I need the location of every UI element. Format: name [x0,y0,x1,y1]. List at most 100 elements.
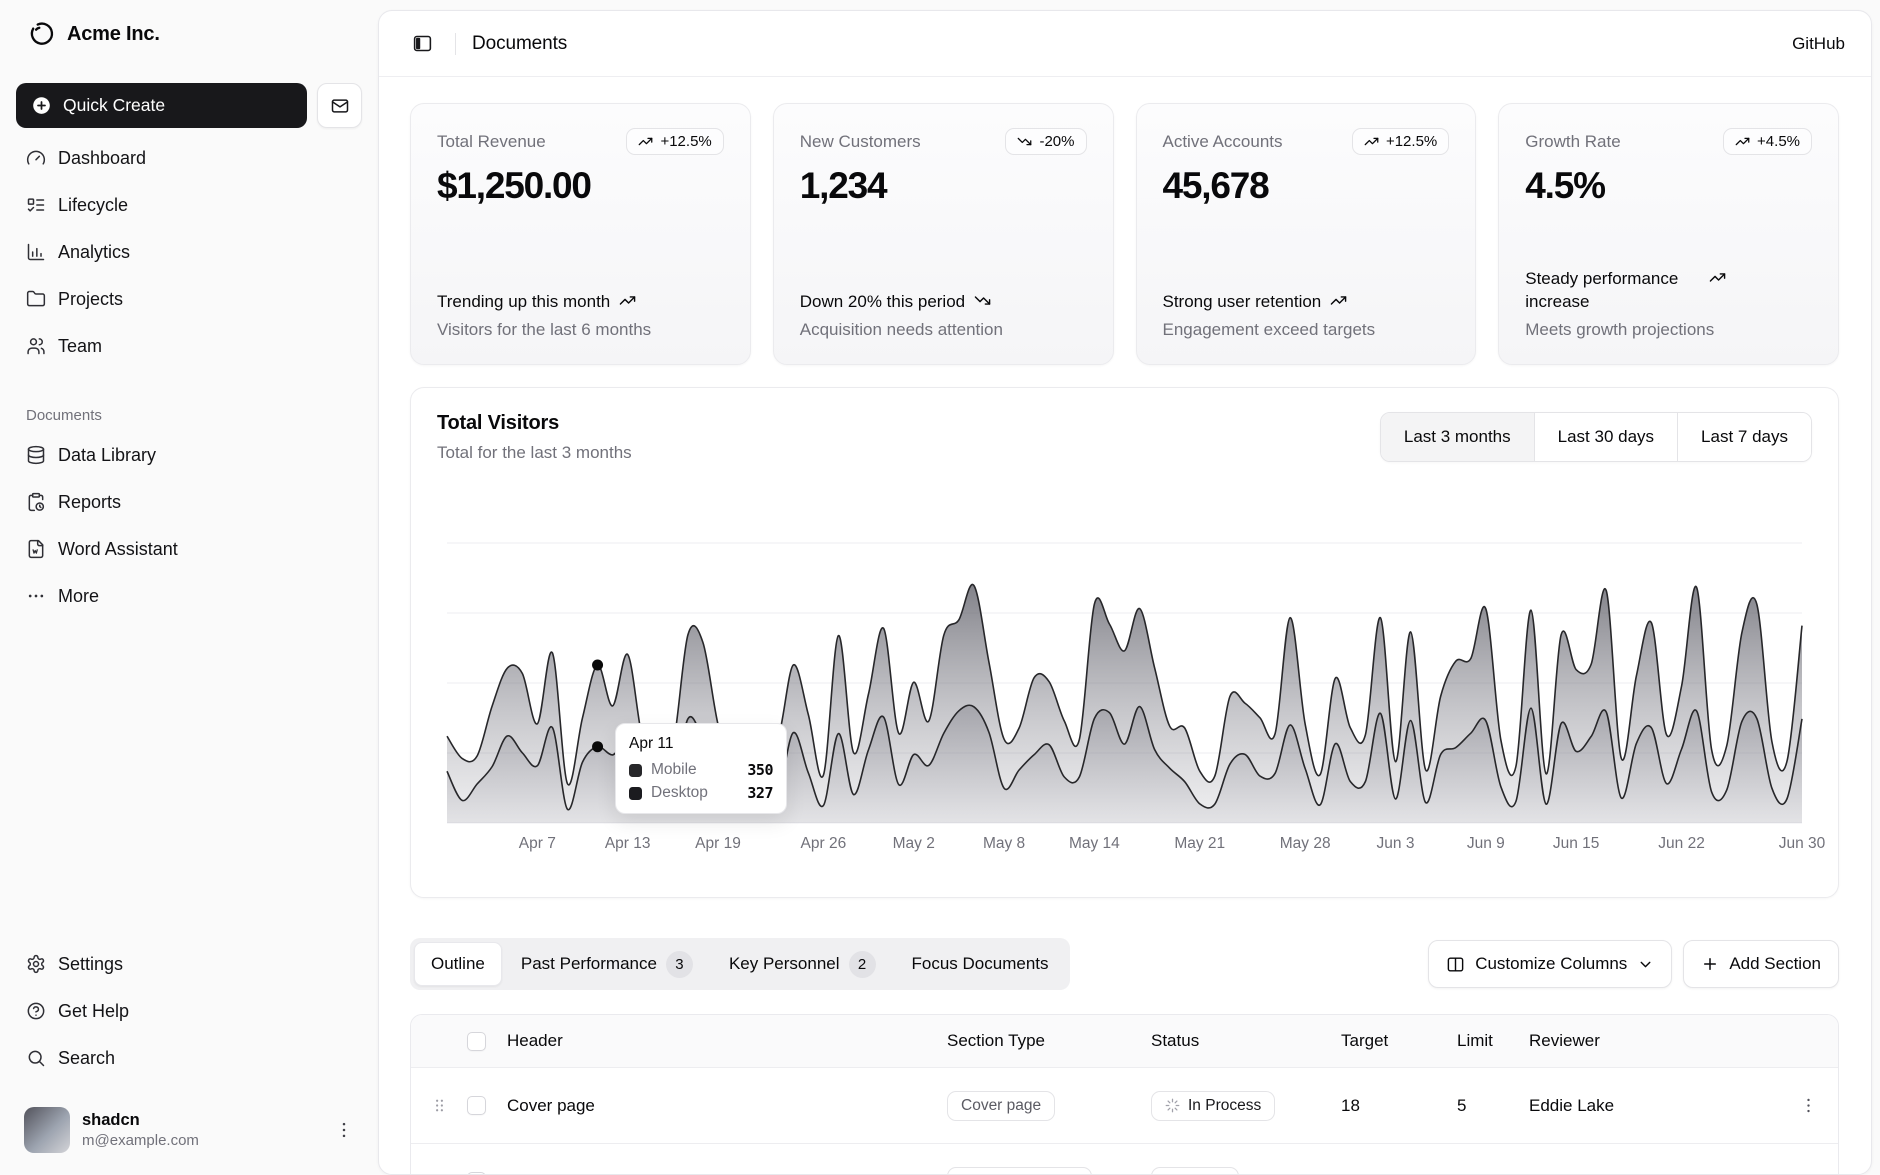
trending-up-icon [638,134,653,149]
status-badge: Done [1151,1167,1239,1175]
org-switcher[interactable]: Acme Inc. [16,12,362,56]
tab-label: Outline [431,954,485,974]
x-tick-label: Jun 9 [1467,835,1505,853]
page-title: Documents [472,33,567,55]
x-tick-label: Jun 3 [1377,835,1415,853]
chart-plot-area[interactable]: Apr 7Apr 13Apr 19Apr 26May 2May 8May 14M… [437,491,1812,871]
gear-icon [26,954,46,974]
column-header: Section Type [947,1031,1151,1051]
trending-down-icon [1017,134,1032,149]
sidebar-item-label: Get Help [58,1001,129,1022]
tab-label: Focus Documents [912,954,1049,974]
inbox-button[interactable] [317,83,362,128]
trend-badge-value: -20% [1039,133,1074,150]
tab-past-performance[interactable]: Past Performance3 [504,942,710,986]
sidebar-item-team[interactable]: Team [16,325,362,367]
sidebar-item-word-assistant[interactable]: Word Assistant [16,528,362,570]
desktop-swatch-icon [629,787,642,800]
quick-create-label: Quick Create [63,95,165,116]
row-checkbox[interactable] [467,1096,486,1115]
nav-documents: Data Library Reports Word Assistant More [16,434,362,617]
sidebar-item-label: Word Assistant [58,539,178,560]
sidebar-item-data-library[interactable]: Data Library [16,434,362,476]
x-tick-label: Jun 15 [1553,835,1600,853]
select-all-checkbox[interactable] [467,1032,486,1051]
stat-card-active-accounts: Active Accounts +12.5% 45,678 Strong use… [1136,103,1477,365]
sections-table: Header Section Type Status Target Limit … [410,1014,1839,1175]
mobile-swatch-icon [629,764,642,777]
main-area: Documents GitHub Total Revenue +12.5% [378,0,1880,1175]
app-root: Acme Inc. Quick Create Dashboard [0,0,1880,1175]
stat-value: 4.5% [1525,165,1812,207]
trending-up-icon [1330,292,1347,309]
tooltip-date: Apr 11 [629,735,773,753]
trending-up-icon [1735,134,1750,149]
sidebar-item-analytics[interactable]: Analytics [16,231,362,273]
gauge-icon [26,148,46,168]
github-link[interactable]: GitHub [1792,34,1845,54]
tab-count-badge: 2 [849,951,876,978]
loader-icon [1165,1098,1180,1113]
user-menu[interactable]: shadcn m@example.com [16,1093,362,1167]
stat-label: Total Revenue [437,128,546,152]
target-cell[interactable]: 18 [1341,1096,1457,1116]
quick-create-button[interactable]: Quick Create [16,83,307,128]
row-header-cell[interactable]: Cover page [507,1096,947,1116]
sidebar-item-label: Dashboard [58,148,146,169]
stat-footer-desc: Visitors for the last 6 months [437,320,724,340]
columns-icon [1446,955,1465,974]
sidebar-item-label: Search [58,1048,115,1069]
sidebar-item-label: More [58,586,99,607]
sidebar-item-reports[interactable]: Reports [16,481,362,523]
range-option-7-days[interactable]: Last 7 days [1677,413,1811,461]
user-email: m@example.com [82,1131,199,1150]
tab-key-personnel[interactable]: Key Personnel 2 [712,942,893,986]
tooltip-value: 327 [747,784,773,802]
stat-footer-desc: Meets growth projections [1525,320,1812,340]
drag-handle-icon[interactable] [411,1096,467,1115]
trend-badge: -20% [1005,128,1086,155]
range-option-3-months[interactable]: Last 3 months [1381,413,1534,461]
user-info: shadcn m@example.com [82,1110,199,1150]
limit-cell[interactable]: 5 [1457,1096,1529,1116]
trend-badge-value: +4.5% [1757,133,1800,150]
stat-value: 1,234 [800,165,1087,207]
sidebar-item-search[interactable]: Search [16,1037,362,1079]
target-cell[interactable]: 29 [1341,1172,1457,1175]
reviewer-cell[interactable]: Eddie Lake [1529,1172,1771,1175]
tab-outline[interactable]: Outline [414,942,502,986]
ellipsis-vertical-icon [334,1120,354,1140]
chart-title: Total Visitors [437,412,632,435]
row-menu-button[interactable] [1799,1096,1838,1115]
main-card: Documents GitHub Total Revenue +12.5% [378,10,1872,1175]
sidebar-item-settings[interactable]: Settings [16,943,362,985]
customize-columns-button[interactable]: Customize Columns [1428,940,1672,988]
sidebar-item-dashboard[interactable]: Dashboard [16,137,362,179]
panel-left-icon [412,33,433,54]
header-divider [455,33,456,55]
reviewer-cell[interactable]: Eddie Lake [1529,1096,1771,1116]
stat-footer-title: Steady performance increase [1525,267,1700,313]
range-option-30-days[interactable]: Last 30 days [1534,413,1677,461]
stat-card-total-revenue: Total Revenue +12.5% $1,250.00 Trending … [410,103,751,365]
add-section-button[interactable]: Add Section [1683,940,1839,988]
sidebar-item-get-help[interactable]: Get Help [16,990,362,1032]
sidebar-toggle-button[interactable] [405,27,439,61]
ellipsis-icon [26,586,46,606]
stat-card-growth-rate: Growth Rate +4.5% 4.5% Steady performanc… [1498,103,1839,365]
table-toolbar: Outline Past Performance3 Key Personnel 2… [410,938,1839,990]
trend-badge-value: +12.5% [660,133,711,150]
stat-card-new-customers: New Customers -20% 1,234 Down 20% this p… [773,103,1114,365]
limit-cell[interactable]: 24 [1457,1172,1529,1175]
sidebar-item-label: Analytics [58,242,130,263]
visitors-chart-svg [437,491,1816,871]
trend-badge: +4.5% [1723,128,1812,155]
tooltip-label: Desktop [651,784,708,802]
sidebar-item-projects[interactable]: Projects [16,278,362,320]
add-section-label: Add Section [1729,954,1821,974]
sidebar-item-lifecycle[interactable]: Lifecycle [16,184,362,226]
tab-focus-documents[interactable]: Focus Documents [895,942,1066,986]
tab-label: Key Personnel [729,954,840,974]
sidebar-item-more[interactable]: More [16,575,362,617]
row-header-cell[interactable]: Table of contents [507,1172,947,1175]
